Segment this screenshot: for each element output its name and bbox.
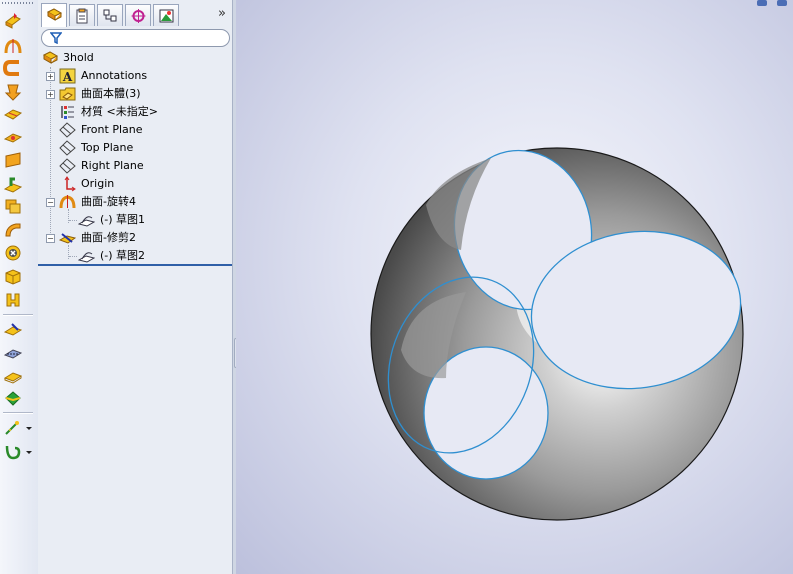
tree-item-label: (-) 草图1 bbox=[100, 213, 146, 226]
plane-icon bbox=[59, 122, 76, 138]
tree-item-material[interactable]: 材質 <未指定> bbox=[38, 103, 232, 121]
configurationmanager-tab[interactable] bbox=[97, 4, 123, 26]
collapse-toggle[interactable]: − bbox=[46, 198, 55, 207]
propertymanager-tab[interactable] bbox=[69, 4, 95, 26]
manager-tabs: » bbox=[38, 0, 232, 28]
annotations-icon: A bbox=[59, 68, 76, 84]
tree-item-top-plane[interactable]: Top Plane bbox=[38, 139, 232, 157]
filter-icon bbox=[50, 32, 62, 44]
tree-item-label: Annotations bbox=[81, 69, 148, 82]
expand-panel-button[interactable]: » bbox=[215, 7, 229, 21]
extruded-surface-icon[interactable] bbox=[2, 10, 24, 30]
filled-surface-icon[interactable] bbox=[2, 150, 24, 170]
revolved-surface-icon bbox=[59, 194, 76, 210]
revolved-surface-icon[interactable] bbox=[2, 36, 24, 56]
fill-pattern-icon[interactable] bbox=[2, 388, 24, 408]
planar-surface-icon[interactable] bbox=[2, 128, 24, 148]
tree-item-label: Origin bbox=[81, 177, 115, 190]
tree-item-label: Front Plane bbox=[81, 123, 143, 136]
configurationmanager-icon bbox=[103, 9, 117, 22]
knit-surface-icon[interactable] bbox=[2, 343, 24, 363]
ruled-surface-icon[interactable] bbox=[2, 196, 24, 216]
plane-icon bbox=[59, 158, 76, 174]
extend-surface-icon[interactable] bbox=[2, 290, 24, 310]
dimxpert-icon bbox=[131, 9, 146, 23]
origin-icon bbox=[59, 176, 76, 192]
tree-filter-input[interactable] bbox=[41, 29, 230, 47]
graphics-area[interactable] bbox=[236, 0, 793, 574]
sketch-icon bbox=[78, 248, 95, 264]
tree-item-label: Top Plane bbox=[81, 141, 134, 154]
swept-surface-icon[interactable] bbox=[2, 58, 24, 78]
tree-item-origin[interactable]: Origin bbox=[38, 175, 232, 193]
tree-item-surface-trim[interactable]: − 曲面-修剪2 bbox=[38, 229, 232, 247]
featuremanager-tab[interactable] bbox=[41, 3, 67, 27]
untrim-surface-icon[interactable] bbox=[2, 266, 24, 286]
part-icon bbox=[42, 50, 59, 66]
material-icon bbox=[59, 104, 76, 120]
replace-face-icon[interactable] bbox=[2, 243, 24, 263]
chevron-down-icon[interactable] bbox=[26, 418, 32, 438]
trim-surface-icon[interactable] bbox=[2, 320, 24, 340]
featuremanager-icon bbox=[46, 8, 63, 21]
tree-item-label: 曲面本體(3) bbox=[81, 87, 141, 100]
tree-item-right-plane[interactable]: Right Plane bbox=[38, 157, 232, 175]
tree-item-label: 曲面-旋转4 bbox=[81, 195, 136, 208]
feature-tree: 3hold + A Annotations + 曲面本體(3) 材質 <未指定>… bbox=[38, 49, 232, 263]
boundary-surface-icon[interactable] bbox=[2, 104, 24, 124]
toolbar-grip[interactable] bbox=[2, 2, 34, 4]
collapse-toggle[interactable]: − bbox=[46, 234, 55, 243]
toolbar-separator bbox=[3, 412, 33, 414]
tree-item-sketch1[interactable]: (-) 草图1 bbox=[38, 211, 232, 229]
folder-icon bbox=[59, 86, 76, 102]
svg-text:A: A bbox=[62, 70, 73, 84]
thicken-icon[interactable] bbox=[2, 366, 24, 386]
chevron-down-icon[interactable] bbox=[26, 442, 32, 462]
lofted-surface-icon[interactable] bbox=[2, 82, 24, 102]
surfaces-toolbar bbox=[0, 0, 39, 574]
sketch-icon bbox=[78, 212, 95, 228]
fillet-dropdown-icon[interactable] bbox=[2, 418, 24, 438]
tree-item-label: 材質 <未指定> bbox=[81, 105, 158, 118]
tree-root-label: 3hold bbox=[63, 51, 94, 64]
plane-icon bbox=[59, 140, 76, 156]
tree-root[interactable]: 3hold bbox=[38, 49, 232, 67]
tree-item-label: 曲面-修剪2 bbox=[81, 231, 136, 244]
display-manager-icon bbox=[159, 9, 174, 23]
trim-surface-icon bbox=[59, 230, 76, 246]
tree-item-front-plane[interactable]: Front Plane bbox=[38, 121, 232, 139]
dimxpert-tab[interactable] bbox=[125, 4, 151, 26]
tree-item-sketch2[interactable]: (-) 草图2 bbox=[38, 247, 232, 265]
expand-toggle[interactable]: + bbox=[46, 90, 55, 99]
tree-item-surface-bodies[interactable]: + 曲面本體(3) bbox=[38, 85, 232, 103]
featuremanager-panel: » 3hold + A Annotations + 曲面本體(3) 材質 <未指… bbox=[38, 0, 232, 574]
delete-face-icon[interactable] bbox=[2, 220, 24, 240]
tree-item-surface-revolve[interactable]: − 曲面-旋转4 bbox=[38, 193, 232, 211]
toolbar-separator bbox=[3, 314, 33, 316]
tree-item-label: (-) 草图2 bbox=[100, 249, 146, 262]
expand-toggle[interactable]: + bbox=[46, 72, 55, 81]
offset-surface-icon[interactable] bbox=[2, 174, 24, 194]
display-manager-tab[interactable] bbox=[153, 4, 179, 26]
curves-dropdown-icon[interactable] bbox=[2, 442, 24, 462]
rollback-bar[interactable] bbox=[38, 264, 232, 266]
propertymanager-icon bbox=[76, 8, 88, 24]
model-view[interactable] bbox=[236, 0, 793, 574]
tree-item-label: Right Plane bbox=[81, 159, 144, 172]
tree-item-annotations[interactable]: + A Annotations bbox=[38, 67, 232, 85]
